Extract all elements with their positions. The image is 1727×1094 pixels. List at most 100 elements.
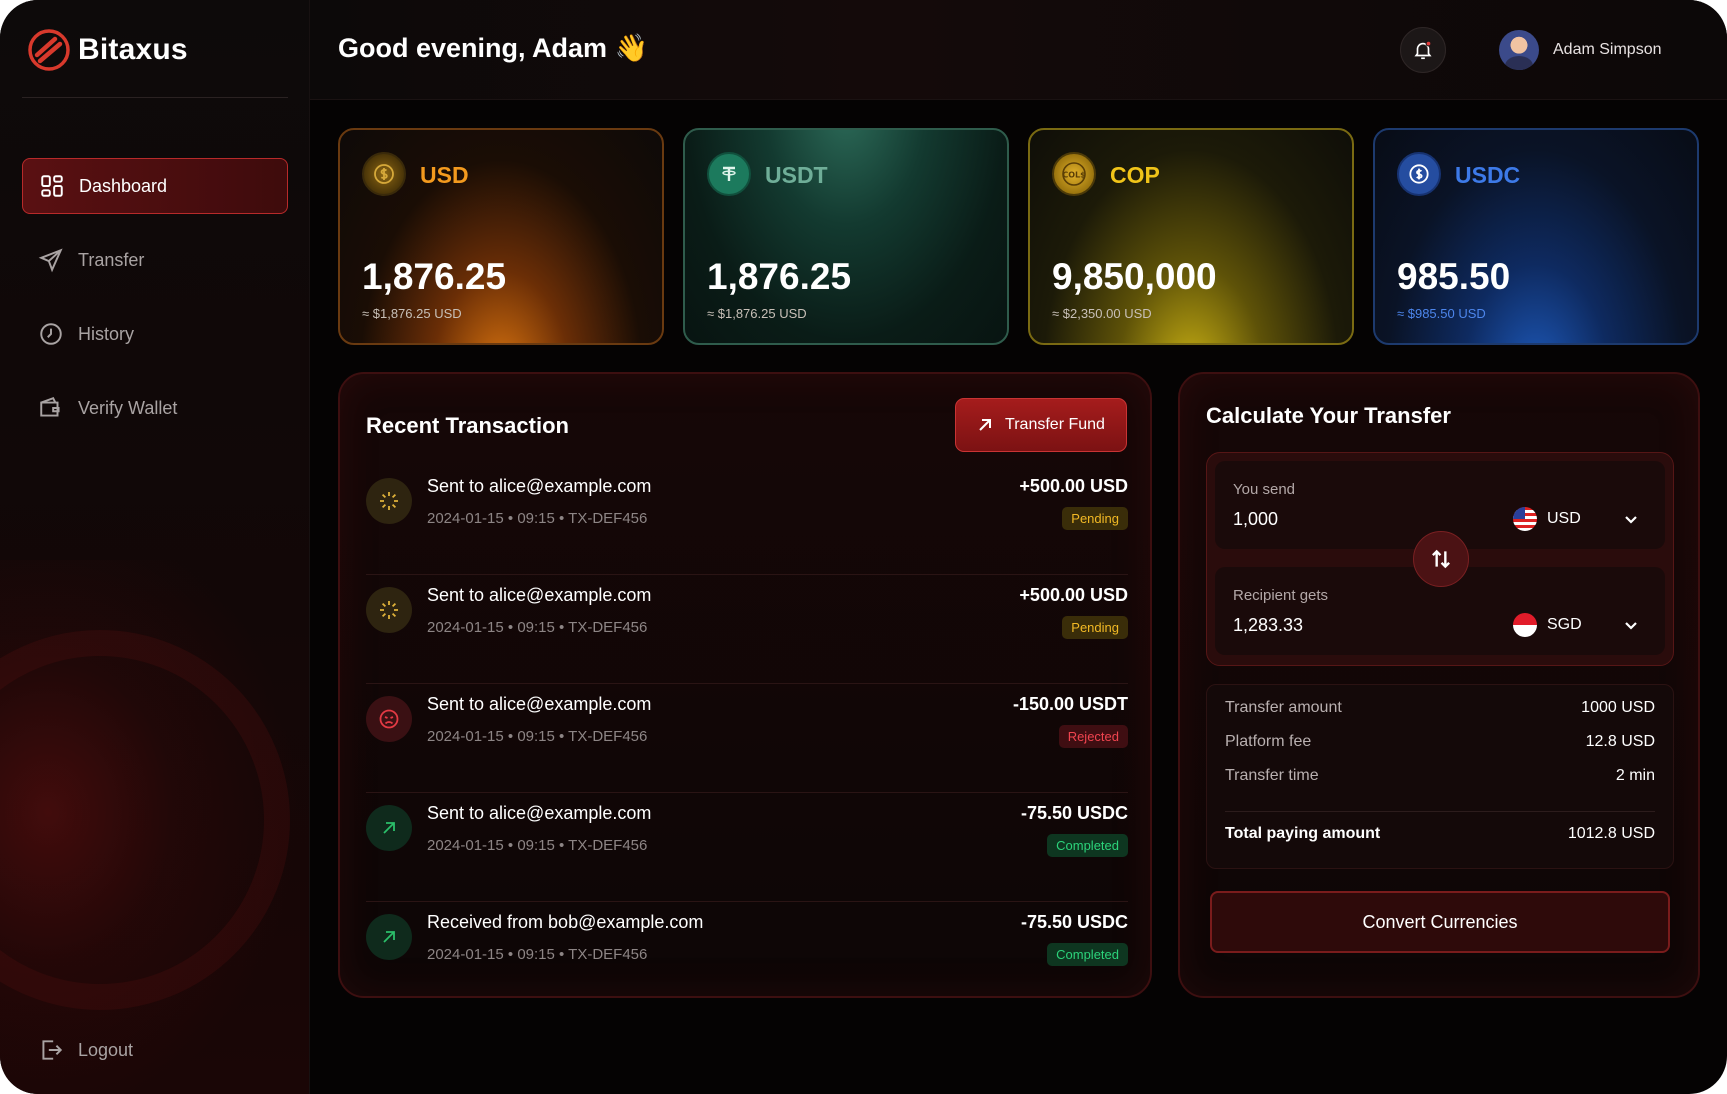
app-window: Bitaxus Dashboard Transfer History Verif… (0, 0, 1727, 1094)
chevron-down-icon[interactable] (1623, 511, 1639, 527)
transaction-row[interactable]: Sent to alice@example.com 2024-01-15 • 0… (366, 466, 1128, 575)
transaction-row[interactable]: Sent to alice@example.com 2024-01-15 • 0… (366, 575, 1128, 684)
logout-icon (42, 1040, 63, 1060)
cop-coin-icon: COL$ (1052, 152, 1096, 196)
swap-currencies-button[interactable] (1413, 531, 1469, 587)
transaction-title: Sent to alice@example.com (427, 803, 652, 823)
greeting: Good evening, Adam 👋 (338, 33, 649, 63)
top-header: Good evening, Adam 👋 Adam Simpson (310, 0, 1727, 100)
balance-equivalent: ≈ $2,350.00 USD (1052, 306, 1152, 321)
transaction-meta: 2024-01-15 • 09:15 • TX-DEF456 (427, 728, 648, 745)
summary-label: Transfer time (1225, 767, 1319, 784)
transfer-fund-label: Transfer Fund (1005, 416, 1105, 433)
summary-label: Transfer amount (1225, 699, 1342, 716)
sidebar-item-verify-wallet[interactable]: Verify Wallet (22, 380, 288, 436)
transaction-list: Sent to alice@example.com 2024-01-15 • 0… (366, 466, 1128, 1011)
currency-name: COP (1110, 162, 1160, 188)
loader-icon (366, 478, 412, 524)
sg-flag-icon (1513, 613, 1537, 637)
summary-value: 2 min (1615, 767, 1655, 784)
chevron-down-icon[interactable] (1623, 617, 1639, 633)
status-badge: Rejected (1058, 725, 1128, 748)
brand-divider (22, 97, 288, 98)
status-badge: Completed (1047, 943, 1128, 966)
arrow-up-right-icon (979, 419, 992, 431)
transaction-row[interactable]: Sent to alice@example.com 2024-01-15 • 0… (366, 684, 1128, 793)
balance-card-usdt[interactable]: USDT 1,876.25 ≈ $1,876.25 USD (683, 128, 1009, 345)
usdc-coin-icon (1397, 152, 1441, 196)
balance-card-usd[interactable]: USD 1,876.25 ≈ $1,876.25 USD (338, 128, 664, 345)
receive-amount-value[interactable]: 1,283.33 (1233, 615, 1303, 636)
sidebar-item-history[interactable]: History (22, 306, 288, 362)
currency-name: USD (420, 162, 469, 188)
balance-equivalent: ≈ $985.50 USD (1397, 306, 1486, 321)
summary-value: 12.8 USD (1585, 733, 1655, 750)
avatar[interactable] (1499, 30, 1539, 70)
balance-amount: 1,876.25 (362, 256, 507, 297)
notifications-button[interactable] (1400, 27, 1446, 73)
usd-coin-icon (362, 152, 406, 196)
summary-row-platform-fee: Platform fee 12.8 USD (1225, 733, 1655, 751)
transaction-amount: -150.00 USDT (1012, 694, 1128, 714)
sidebar-item-transfer[interactable]: Transfer (22, 232, 288, 288)
balance-equivalent: ≈ $1,876.25 USD (707, 306, 807, 321)
transaction-meta: 2024-01-15 • 09:15 • TX-DEF456 (427, 619, 648, 636)
panel-title: Calculate Your Transfer (1206, 403, 1451, 428)
balance-card-usdc[interactable]: USDC 985.50 ≈ $985.50 USD (1373, 128, 1699, 345)
sidebar-nav: Dashboard Transfer History Verify Wallet (22, 158, 288, 454)
transfer-calculator-panel: Calculate Your Transfer You send 1,000 U… (1178, 372, 1700, 998)
sidebar-item-label: History (78, 323, 135, 344)
transaction-meta: 2024-01-15 • 09:15 • TX-DEF456 (427, 510, 648, 527)
status-badge: Pending (1062, 507, 1128, 530)
logout-button[interactable]: Logout (22, 1022, 288, 1078)
status-badge: Pending (1062, 616, 1128, 639)
conversion-box: You send 1,000 USD Recipient gets 1,283.… (1206, 452, 1674, 666)
transfer-fund-button[interactable]: Transfer Fund (955, 398, 1127, 452)
transaction-row[interactable]: Sent to alice@example.com 2024-01-15 • 0… (366, 793, 1128, 902)
transaction-meta: 2024-01-15 • 09:15 • TX-DEF456 (427, 946, 648, 963)
swap-vertical-icon (1432, 549, 1450, 569)
currency-name: USDT (765, 162, 828, 188)
brand[interactable]: Bitaxus (28, 28, 188, 72)
summary-row-transfer-amount: Transfer amount 1000 USD (1225, 699, 1655, 717)
summary-row-transfer-time: Transfer time 2 min (1225, 767, 1655, 785)
summary-row-total: Total paying amount 1012.8 USD (1225, 825, 1655, 843)
transaction-title: Sent to alice@example.com (427, 585, 652, 605)
receive-currency-code: SGD (1547, 616, 1582, 633)
sidebar-item-dashboard[interactable]: Dashboard (22, 158, 288, 214)
bitaxus-logo-icon (28, 29, 70, 71)
sidebar-item-label: Verify Wallet (78, 397, 178, 418)
convert-currencies-button[interactable]: Convert Currencies (1210, 891, 1670, 953)
send-icon (38, 248, 63, 273)
summary-divider (1225, 811, 1655, 812)
send-label: You send (1233, 481, 1296, 498)
receive-label: Recipient gets (1233, 587, 1329, 604)
loader-icon (366, 587, 412, 633)
balance-equivalent: ≈ $1,876.25 USD (362, 306, 462, 321)
logout-section: Logout (22, 1022, 288, 1094)
receive-currency-select[interactable]: SGD (1513, 613, 1582, 637)
transaction-amount: +500.00 USD (1019, 476, 1128, 496)
summary-value: 1000 USD (1581, 699, 1655, 716)
send-amount-input[interactable]: 1,000 (1233, 509, 1278, 530)
arrow-up-right-icon (366, 805, 412, 851)
sidebar: Bitaxus Dashboard Transfer History Verif… (0, 0, 310, 1094)
currency-name: USDC (1455, 162, 1521, 188)
status-badge: Completed (1047, 834, 1128, 857)
transfer-summary: Transfer amount 1000 USD Platform fee 12… (1206, 684, 1674, 869)
balance-card-cop[interactable]: COL$ COP 9,850,000 ≈ $2,350.00 USD (1028, 128, 1354, 345)
transaction-title: Sent to alice@example.com (427, 694, 652, 714)
summary-label: Total paying amount (1225, 825, 1381, 842)
sidebar-item-label: Dashboard (79, 175, 168, 196)
user-name[interactable]: Adam Simpson (1553, 41, 1662, 59)
usdt-coin-icon (707, 152, 751, 196)
send-currency-select[interactable]: USD (1513, 507, 1581, 531)
wallet-icon (40, 397, 60, 417)
sad-face-icon (366, 696, 412, 742)
transaction-meta: 2024-01-15 • 09:15 • TX-DEF456 (427, 837, 648, 854)
balance-amount: 985.50 (1397, 256, 1511, 297)
transaction-row[interactable]: Received from bob@example.com 2024-01-15… (366, 902, 1128, 1011)
logout-label: Logout (78, 1039, 134, 1060)
summary-value: 1012.8 USD (1567, 825, 1655, 842)
dashboard-icon (41, 175, 63, 197)
